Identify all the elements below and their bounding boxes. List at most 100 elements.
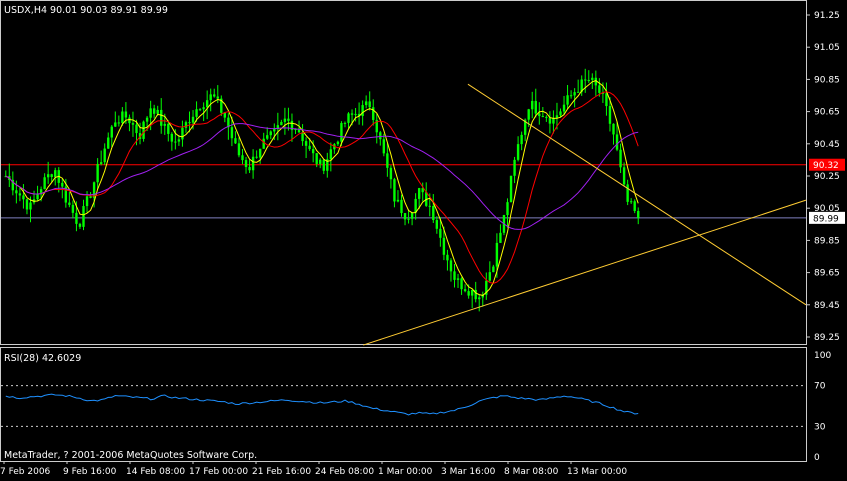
candle-body bbox=[82, 206, 85, 227]
time-tick-label: 17 Feb 00:00 bbox=[189, 467, 248, 477]
candle-body bbox=[156, 109, 159, 114]
candle-body bbox=[591, 77, 594, 80]
time-tick-label: 21 Feb 16:00 bbox=[252, 467, 311, 477]
candle-body bbox=[99, 162, 103, 164]
candle-body bbox=[598, 85, 601, 93]
candle-body bbox=[71, 204, 75, 213]
candle-body bbox=[608, 106, 612, 124]
candle-body bbox=[343, 122, 347, 124]
candle-body bbox=[223, 112, 227, 118]
candle-body bbox=[195, 109, 198, 117]
candle-body bbox=[499, 232, 502, 243]
rsi-layer bbox=[1, 385, 806, 427]
candle-body bbox=[160, 109, 163, 126]
candle-body bbox=[509, 175, 513, 203]
candle-body bbox=[319, 159, 322, 164]
candle-body bbox=[135, 124, 138, 134]
candle-body bbox=[209, 94, 212, 101]
candle-body bbox=[198, 109, 202, 111]
candle-body bbox=[531, 100, 534, 110]
candle-body bbox=[25, 199, 29, 210]
price-tick-label: 89.45 bbox=[814, 301, 840, 311]
candle-body bbox=[492, 266, 495, 273]
candle-body bbox=[417, 188, 421, 199]
candle-body bbox=[145, 117, 149, 122]
candle-body bbox=[114, 122, 117, 127]
candle-body bbox=[605, 93, 608, 107]
candle-body bbox=[124, 111, 128, 118]
price-tick-label: 89.85 bbox=[814, 236, 840, 246]
axis-layer: 91.2591.0590.8590.6590.4590.2590.0589.85… bbox=[0, 11, 845, 477]
candle-body bbox=[248, 167, 251, 171]
candle-body bbox=[350, 113, 354, 115]
candle-body bbox=[191, 116, 195, 123]
candle-body bbox=[396, 199, 400, 202]
candle-body bbox=[354, 113, 357, 115]
candle-body bbox=[280, 121, 283, 126]
candle-body bbox=[368, 101, 371, 108]
candle-body bbox=[569, 95, 573, 97]
price-tick-label: 90.65 bbox=[814, 108, 840, 118]
candle-body bbox=[453, 271, 456, 280]
candle-body bbox=[470, 289, 474, 296]
candle-body bbox=[89, 196, 92, 198]
resistance-trendline bbox=[467, 83, 807, 306]
candle-body bbox=[382, 139, 386, 154]
candle-body bbox=[287, 118, 290, 121]
candle-body bbox=[379, 132, 382, 140]
candle-body bbox=[414, 198, 417, 213]
candle-body bbox=[393, 179, 396, 202]
price-tick-label: 91.05 bbox=[814, 43, 840, 53]
rsi-tick-label: 100 bbox=[814, 351, 831, 361]
candle-body bbox=[251, 156, 255, 171]
candle-body bbox=[68, 202, 71, 205]
candle-body bbox=[488, 272, 492, 281]
candle-body bbox=[347, 113, 350, 123]
price-tick-label: 90.45 bbox=[814, 140, 840, 150]
candle-body bbox=[410, 212, 414, 219]
candle-body bbox=[273, 128, 276, 132]
candle-body bbox=[495, 242, 499, 267]
candle-body bbox=[513, 159, 516, 176]
time-tick-label: 1 Mar 00:00 bbox=[378, 467, 433, 477]
candle-body bbox=[304, 141, 308, 146]
current-price-label: 89.99 bbox=[813, 214, 839, 224]
symbol-header: USDX,H4 90.01 90.03 89.91 89.99 bbox=[4, 5, 168, 16]
price-tick-label: 90.25 bbox=[814, 172, 840, 182]
candle-body bbox=[527, 109, 530, 120]
candle-body bbox=[520, 134, 523, 145]
candle-body bbox=[177, 139, 181, 142]
candle-body bbox=[534, 100, 537, 114]
candle-body bbox=[336, 141, 340, 145]
candle-body bbox=[456, 278, 460, 280]
candle-body bbox=[216, 96, 219, 99]
candle-body bbox=[584, 79, 587, 81]
time-tick-label: 7 Feb 2006 bbox=[0, 467, 51, 477]
candle-body bbox=[61, 182, 64, 187]
candle-body bbox=[255, 156, 258, 158]
candle-body bbox=[315, 153, 318, 164]
chart-canvas: 91.2591.0590.8590.6590.4590.2590.0589.85… bbox=[0, 0, 845, 477]
candle-body bbox=[131, 123, 135, 125]
candle-body bbox=[107, 137, 110, 149]
candle-body bbox=[237, 143, 241, 156]
candle-body bbox=[54, 170, 57, 178]
candle-body bbox=[36, 194, 39, 200]
candle-body bbox=[562, 104, 566, 112]
candle-body bbox=[121, 111, 124, 123]
candle-body bbox=[22, 195, 25, 200]
copyright-text: MetaTrader, ? 2001-2006 MetaQuotes Softw… bbox=[4, 450, 257, 461]
candle-body bbox=[18, 193, 22, 196]
candle-body bbox=[478, 297, 481, 300]
price-panel-frame bbox=[0, 0, 807, 345]
candle-body bbox=[566, 95, 569, 105]
candle-body bbox=[612, 123, 615, 135]
candle-body bbox=[244, 160, 248, 168]
candle-body bbox=[234, 138, 237, 144]
candle-body bbox=[435, 220, 439, 229]
candle-body bbox=[576, 91, 580, 93]
candle-body bbox=[149, 108, 152, 118]
rsi-header: RSI(28) 42.6029 bbox=[4, 353, 81, 364]
candle-body bbox=[619, 149, 622, 168]
candle-body bbox=[626, 184, 629, 202]
